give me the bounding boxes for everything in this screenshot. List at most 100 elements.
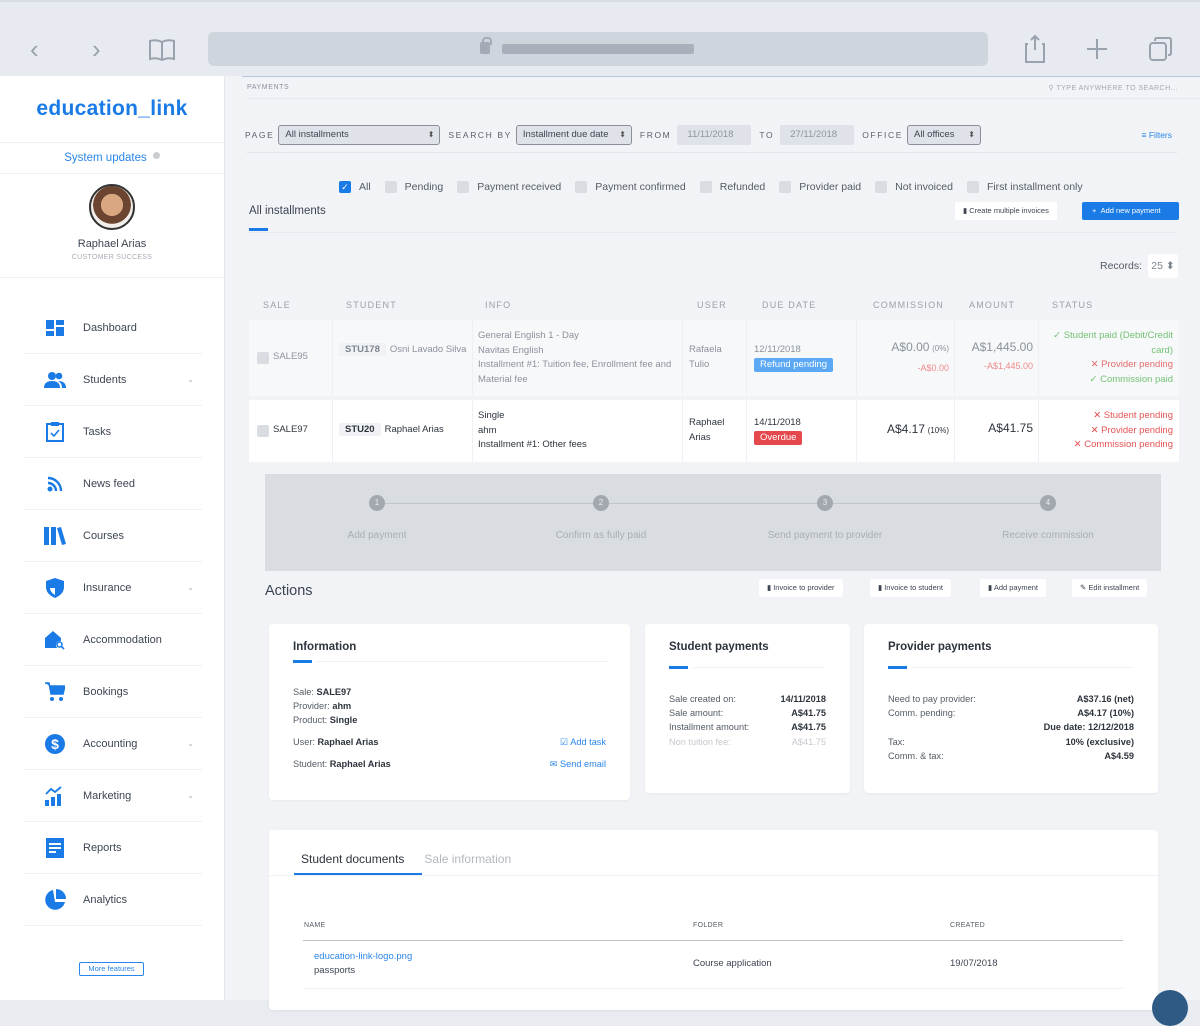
checkbox[interactable] bbox=[779, 181, 792, 193]
col-header-commission[interactable]: COMMISSION bbox=[873, 300, 944, 310]
sidebar-item-analytics[interactable]: Analytics bbox=[24, 874, 202, 926]
document-name-link[interactable]: education-link-logo.png bbox=[314, 950, 412, 964]
invoice-to-provider-button[interactable]: ▮ Invoice to provider bbox=[759, 579, 843, 597]
checkbox[interactable] bbox=[966, 181, 979, 193]
clipboard-check-icon bbox=[44, 421, 66, 443]
status-badge: Overdue bbox=[754, 430, 803, 445]
student[interactable]: STU20 Raphael Arias bbox=[339, 423, 469, 438]
send-email-link[interactable]: ✉ Send email bbox=[550, 757, 606, 771]
checkbox[interactable] bbox=[457, 181, 470, 193]
address-bar[interactable] bbox=[208, 32, 988, 66]
checkbox[interactable]: ✓ bbox=[339, 181, 351, 193]
doc-header-folder[interactable]: FOLDER bbox=[693, 922, 723, 929]
card-title: Student payments bbox=[669, 641, 769, 653]
col-header-status[interactable]: STATUS bbox=[1052, 300, 1093, 310]
col-header-student[interactable]: STUDENT bbox=[346, 300, 397, 310]
user-profile[interactable]: Raphael Arias CUSTOMER SUCCESS bbox=[0, 174, 224, 278]
system-updates-link[interactable]: System updates bbox=[0, 142, 224, 174]
sidebar-item-bookings[interactable]: Bookings bbox=[24, 666, 202, 718]
sidebar-item-reports[interactable]: Reports bbox=[24, 822, 202, 874]
add-task-link[interactable]: ☑ Add task bbox=[560, 735, 606, 749]
filters-label: Filters bbox=[1148, 130, 1172, 140]
create-multiple-invoices-button[interactable]: ▮ Create multiple invoices bbox=[955, 202, 1057, 220]
sale-id[interactable]: SALE97 bbox=[273, 423, 308, 438]
sidebar-item-accounting[interactable]: $ Accounting ⌄ bbox=[24, 718, 202, 770]
invoice-to-student-button[interactable]: ▮ Invoice to student bbox=[870, 579, 952, 597]
checkbox[interactable] bbox=[699, 181, 712, 193]
global-search[interactable]: ⚲ TYPE ANYWHERE TO SEARCH... bbox=[1048, 84, 1178, 92]
cart-icon bbox=[44, 681, 66, 703]
more-features-button[interactable]: More features bbox=[79, 962, 144, 976]
document-created: 19/07/2018 bbox=[950, 958, 998, 969]
search-by-select[interactable]: Installment due date ⬍ bbox=[515, 125, 632, 145]
sidebar-item-courses[interactable]: Courses bbox=[24, 510, 202, 562]
tab-sale-information[interactable]: Sale information bbox=[424, 852, 511, 866]
col-header-user[interactable]: USER bbox=[697, 300, 727, 310]
document-subfolder: passports bbox=[314, 965, 356, 977]
tabs-icon[interactable] bbox=[1148, 36, 1174, 62]
student[interactable]: STU178 Osni Lavado Silva bbox=[339, 343, 469, 358]
status-filter-pending[interactable]: Pending bbox=[384, 181, 443, 193]
bookmarks-icon[interactable] bbox=[148, 38, 176, 62]
status-filter-not-invoiced[interactable]: Not invoiced bbox=[875, 181, 953, 193]
logo[interactable]: education_link bbox=[0, 76, 224, 142]
sidebar-item-tasks[interactable]: Tasks bbox=[24, 406, 202, 458]
step-4-label: Receive commission bbox=[1002, 530, 1094, 541]
doc-header-name[interactable]: NAME bbox=[304, 922, 325, 929]
edit-installment-button[interactable]: ✎ Edit installment bbox=[1072, 579, 1148, 597]
sale-id[interactable]: SALE95 bbox=[273, 350, 308, 365]
doc-header-created[interactable]: CREATED bbox=[950, 922, 985, 929]
breadcrumb[interactable]: PAYMENTS bbox=[247, 84, 289, 91]
document-row[interactable]: education-link-logo.png passports bbox=[314, 950, 412, 978]
sidebar-item-accommodation[interactable]: Accommodation bbox=[24, 614, 202, 666]
table-row[interactable]: SALE95 STU178 Osni Lavado Silva General E… bbox=[249, 320, 1179, 396]
office-select[interactable]: All offices ⬍ bbox=[906, 125, 981, 145]
records-value: 25 bbox=[1151, 260, 1163, 272]
col-header-amount[interactable]: AMOUNT bbox=[969, 300, 1015, 310]
sidebar-item-students[interactable]: Students ⌄ bbox=[24, 354, 202, 406]
from-date-input[interactable]: 11/11/2018 bbox=[677, 125, 752, 145]
checkbox-label: Provider paid bbox=[799, 181, 862, 193]
kv-row: Installment amount: A$41.75 bbox=[669, 720, 826, 734]
info-provider: ahm bbox=[478, 424, 497, 436]
status-dot bbox=[152, 152, 160, 159]
status-filter-all[interactable]: ✓ All bbox=[339, 181, 371, 193]
col-header-sale[interactable]: SALE bbox=[263, 300, 291, 310]
commission-value: A$4.17 bbox=[886, 422, 926, 436]
forward-icon[interactable]: › bbox=[92, 34, 101, 64]
filters-button[interactable]: ≡ Filters bbox=[1142, 130, 1172, 140]
actions-title: Actions bbox=[265, 583, 313, 599]
add-payment-button[interactable]: ▮ Add payment bbox=[980, 579, 1047, 597]
row-checkbox[interactable] bbox=[257, 352, 269, 364]
status-filter-provider-paid[interactable]: Provider paid bbox=[779, 181, 861, 193]
records-select[interactable]: 25 ⬍ bbox=[1148, 254, 1178, 278]
student-id-badge: STU20 bbox=[339, 423, 381, 436]
status-filter-payment-confirmed[interactable]: Payment confirmed bbox=[575, 181, 686, 193]
tab-student-documents[interactable]: Student documents bbox=[301, 852, 404, 866]
row-checkbox[interactable] bbox=[257, 425, 269, 437]
status-text: Provider pending bbox=[1101, 424, 1173, 436]
add-new-payment-button[interactable]: + Add new payment bbox=[1082, 202, 1179, 220]
status-filter-first-installment-only[interactable]: First installment only bbox=[966, 181, 1083, 193]
new-tab-icon[interactable] bbox=[1086, 38, 1108, 60]
avatar bbox=[89, 184, 135, 230]
col-header-info[interactable]: INFO bbox=[485, 300, 511, 310]
sidebar-item-insurance[interactable]: Insurance ⌄ bbox=[24, 562, 202, 614]
tab-all-installments[interactable]: All installments bbox=[249, 205, 326, 217]
checkbox[interactable] bbox=[575, 181, 588, 193]
table-row[interactable]: SALE97 STU20 Raphael Arias Single ahm Ins… bbox=[249, 400, 1179, 462]
page-select[interactable]: All installments ⬍ bbox=[278, 125, 441, 145]
checkbox[interactable] bbox=[875, 181, 888, 193]
sidebar-item-marketing[interactable]: Marketing ⌄ bbox=[24, 770, 202, 822]
sidebar-item-news-feed[interactable]: News feed bbox=[24, 458, 202, 510]
col-header-due-date[interactable]: DUE DATE bbox=[762, 300, 816, 310]
back-icon[interactable]: ‹ bbox=[30, 34, 39, 64]
chat-launcher-button[interactable] bbox=[1152, 990, 1188, 1026]
step-1-circle: 1 bbox=[369, 495, 385, 511]
status-filter-payment-received[interactable]: Payment received bbox=[457, 181, 561, 193]
status-filter-refunded[interactable]: Refunded bbox=[699, 181, 765, 193]
checkbox[interactable] bbox=[384, 181, 397, 193]
to-date-input[interactable]: 27/11/2018 bbox=[780, 125, 855, 145]
share-icon[interactable] bbox=[1024, 34, 1046, 64]
sidebar-item-dashboard[interactable]: Dashboard bbox=[24, 302, 202, 354]
